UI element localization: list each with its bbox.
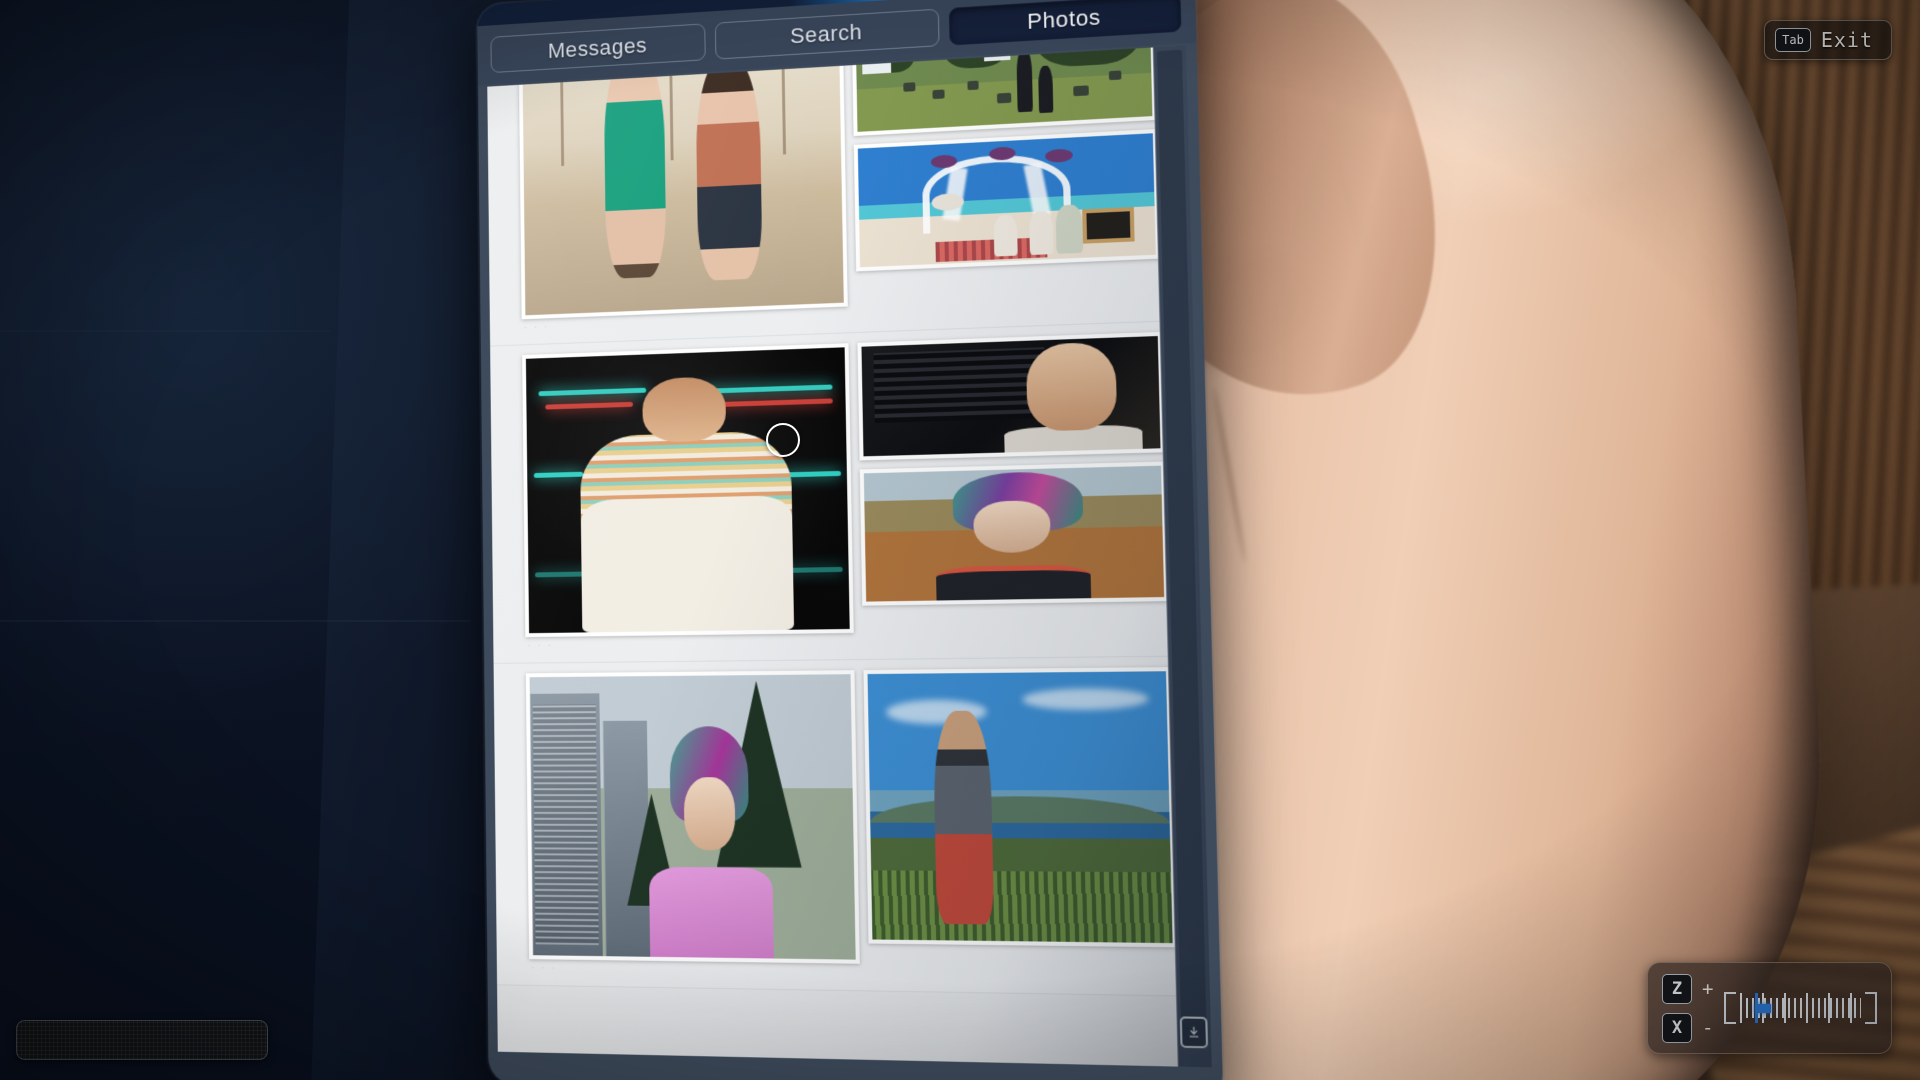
z-key-glyph: Z xyxy=(1662,974,1692,1004)
status-bar xyxy=(16,1020,268,1060)
tab-messages[interactable]: Messages xyxy=(490,23,706,73)
photo-beach-wedding[interactable] xyxy=(854,129,1160,271)
photo-city-street[interactable] xyxy=(526,670,860,964)
zoom-in-sign: + xyxy=(1702,978,1714,1000)
photo-rooftop-selfie[interactable] xyxy=(858,332,1165,461)
photo-punk-girl[interactable] xyxy=(860,461,1168,605)
tab-key-glyph: Tab xyxy=(1775,28,1811,52)
tab-photos[interactable]: Photos xyxy=(948,0,1181,46)
photo-group: · · · xyxy=(490,320,1201,663)
slider-bracket-left xyxy=(1724,992,1736,1024)
zoom-out-sign: - xyxy=(1702,1017,1714,1039)
x-key-glyph: X xyxy=(1662,1013,1692,1043)
tab-photos-label: Photos xyxy=(1027,4,1101,34)
exit-label: Exit xyxy=(1821,28,1873,52)
game-screen: Messages Search Photos · · · · · · · · ·… xyxy=(0,0,1920,1080)
zoom-slider-handle[interactable] xyxy=(1755,1004,1771,1013)
zoom-in-row[interactable]: Z + xyxy=(1662,974,1714,1004)
tab-messages-label: Messages xyxy=(548,33,648,64)
room-panel-line xyxy=(0,330,330,332)
zoom-control[interactable]: Z + X - xyxy=(1647,962,1892,1054)
vein xyxy=(1212,387,1247,564)
photo-group: · · · xyxy=(494,656,1210,997)
photo-neon-hoodie[interactable] xyxy=(522,343,854,637)
photo-group: · · · xyxy=(487,46,1193,347)
zoom-slider[interactable] xyxy=(1724,986,1877,1030)
exit-hint[interactable]: Tab Exit xyxy=(1764,20,1892,60)
zoom-out-row[interactable]: X - xyxy=(1662,1013,1714,1043)
tab-search-label: Search xyxy=(790,19,862,49)
save-photo-button[interactable] xyxy=(1180,1016,1208,1048)
download-icon xyxy=(1186,1025,1201,1040)
photo-feed[interactable]: · · · · · · · · · xyxy=(487,46,1211,1068)
tab-search[interactable]: Search xyxy=(715,9,939,60)
cursor-reticle xyxy=(766,423,800,457)
room-floor-line xyxy=(0,620,470,622)
phone-screen: · · · · · · · · · xyxy=(487,46,1211,1068)
phone-device: Messages Search Photos · · · · · · · · · xyxy=(477,0,1223,1080)
photo-beach-couple[interactable] xyxy=(518,46,848,320)
zoom-keys: Z + X - xyxy=(1662,974,1714,1043)
photo-lake-pair[interactable] xyxy=(864,667,1177,947)
slider-bracket-right xyxy=(1865,992,1877,1024)
